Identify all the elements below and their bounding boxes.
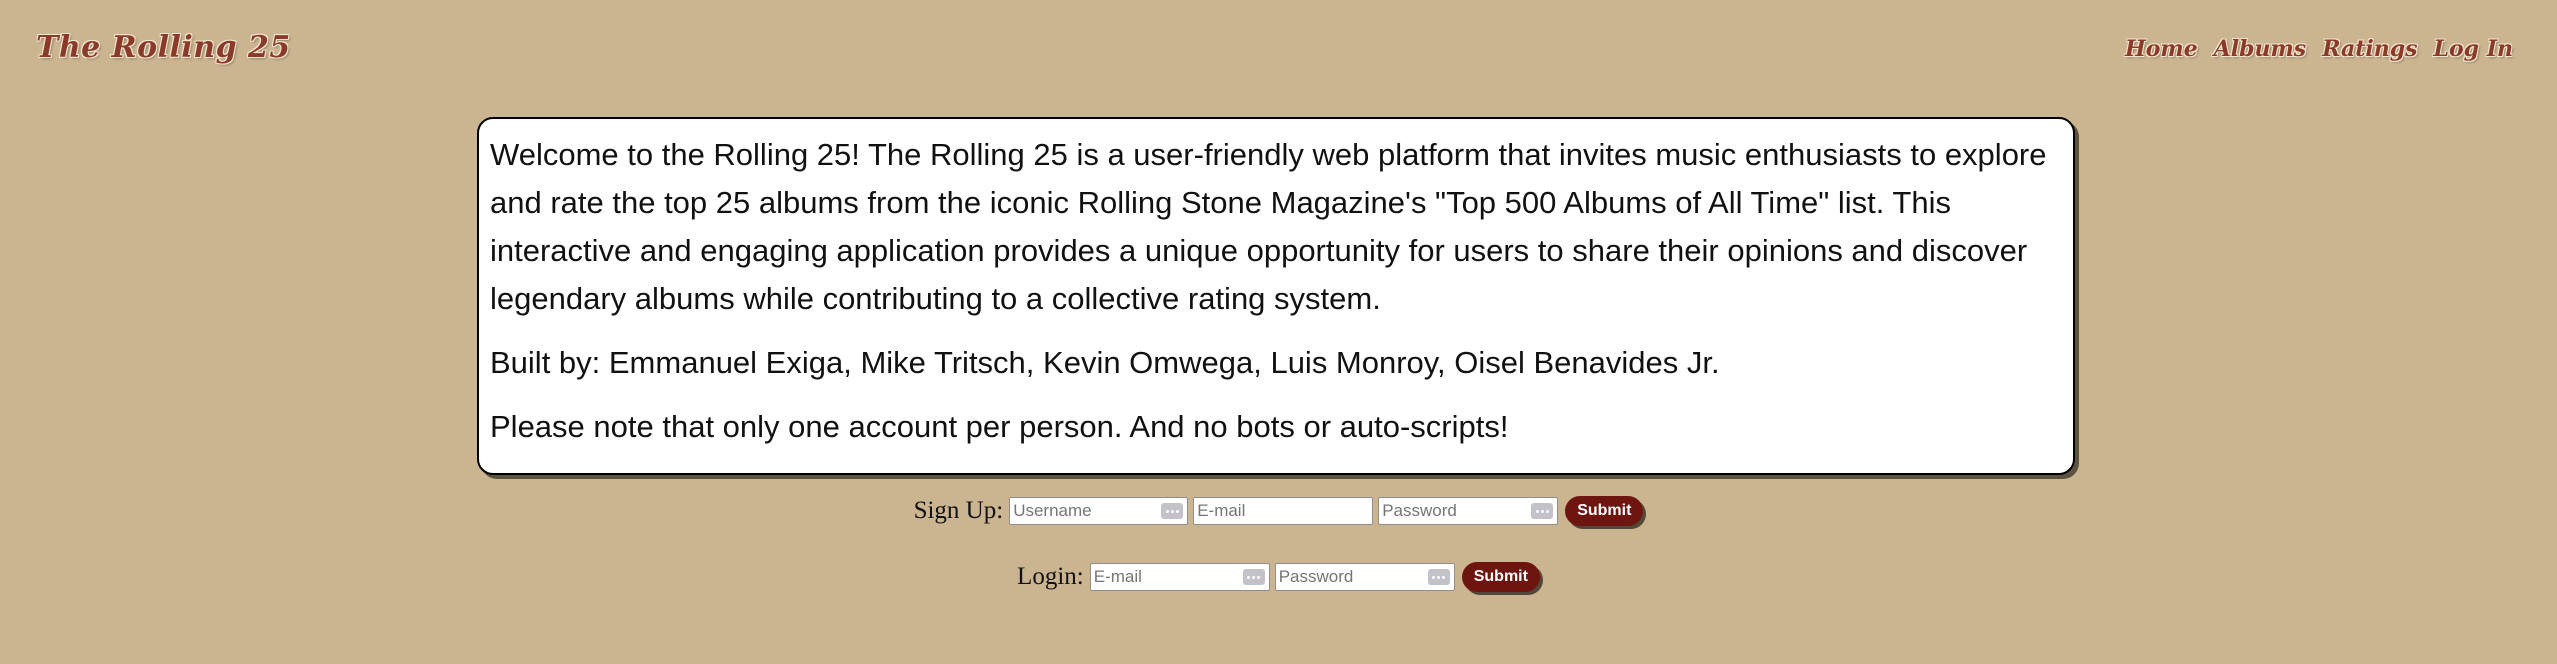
credits-text: Built by: Emmanuel Exiga, Mike Tritsch, … xyxy=(490,345,1720,380)
signup-username-wrapper xyxy=(1009,497,1189,525)
site-brand: The Rolling 25 xyxy=(36,30,291,65)
nav-login-link[interactable]: Log In xyxy=(2434,36,2513,62)
login-email-wrapper xyxy=(1089,563,1270,591)
main-nav: Home Albums Ratings Log In xyxy=(2125,36,2513,62)
key-autofill-icon[interactable] xyxy=(1242,569,1265,585)
key-autofill-icon[interactable] xyxy=(1427,569,1450,585)
key-autofill-icon[interactable] xyxy=(1161,503,1184,519)
signup-password-wrapper xyxy=(1378,497,1559,525)
nav-albums-link[interactable]: Albums xyxy=(2214,36,2306,62)
signup-email-input[interactable] xyxy=(1194,498,1373,524)
nav-home-link[interactable]: Home xyxy=(2125,36,2198,62)
welcome-text: Welcome to the Rolling 25! The Rolling 2… xyxy=(490,137,2047,316)
key-autofill-icon[interactable] xyxy=(1531,503,1554,519)
login-label: Login: xyxy=(1017,563,1084,590)
login-password-wrapper xyxy=(1274,563,1455,591)
signup-email-wrapper xyxy=(1193,497,1374,525)
account-note-text: Please note that only one account per pe… xyxy=(490,409,1509,444)
login-submit-button[interactable]: Submit xyxy=(1461,562,1540,592)
signup-label: Sign Up: xyxy=(913,497,1004,524)
signup-submit-button[interactable]: Submit xyxy=(1565,496,1644,526)
nav-ratings-link[interactable]: Ratings xyxy=(2322,36,2417,62)
intro-card: Welcome to the Rolling 25! The Rolling 2… xyxy=(477,117,2075,475)
login-form: Login: Submit xyxy=(0,562,2557,592)
signup-form: Sign Up: Submit xyxy=(0,496,2557,526)
